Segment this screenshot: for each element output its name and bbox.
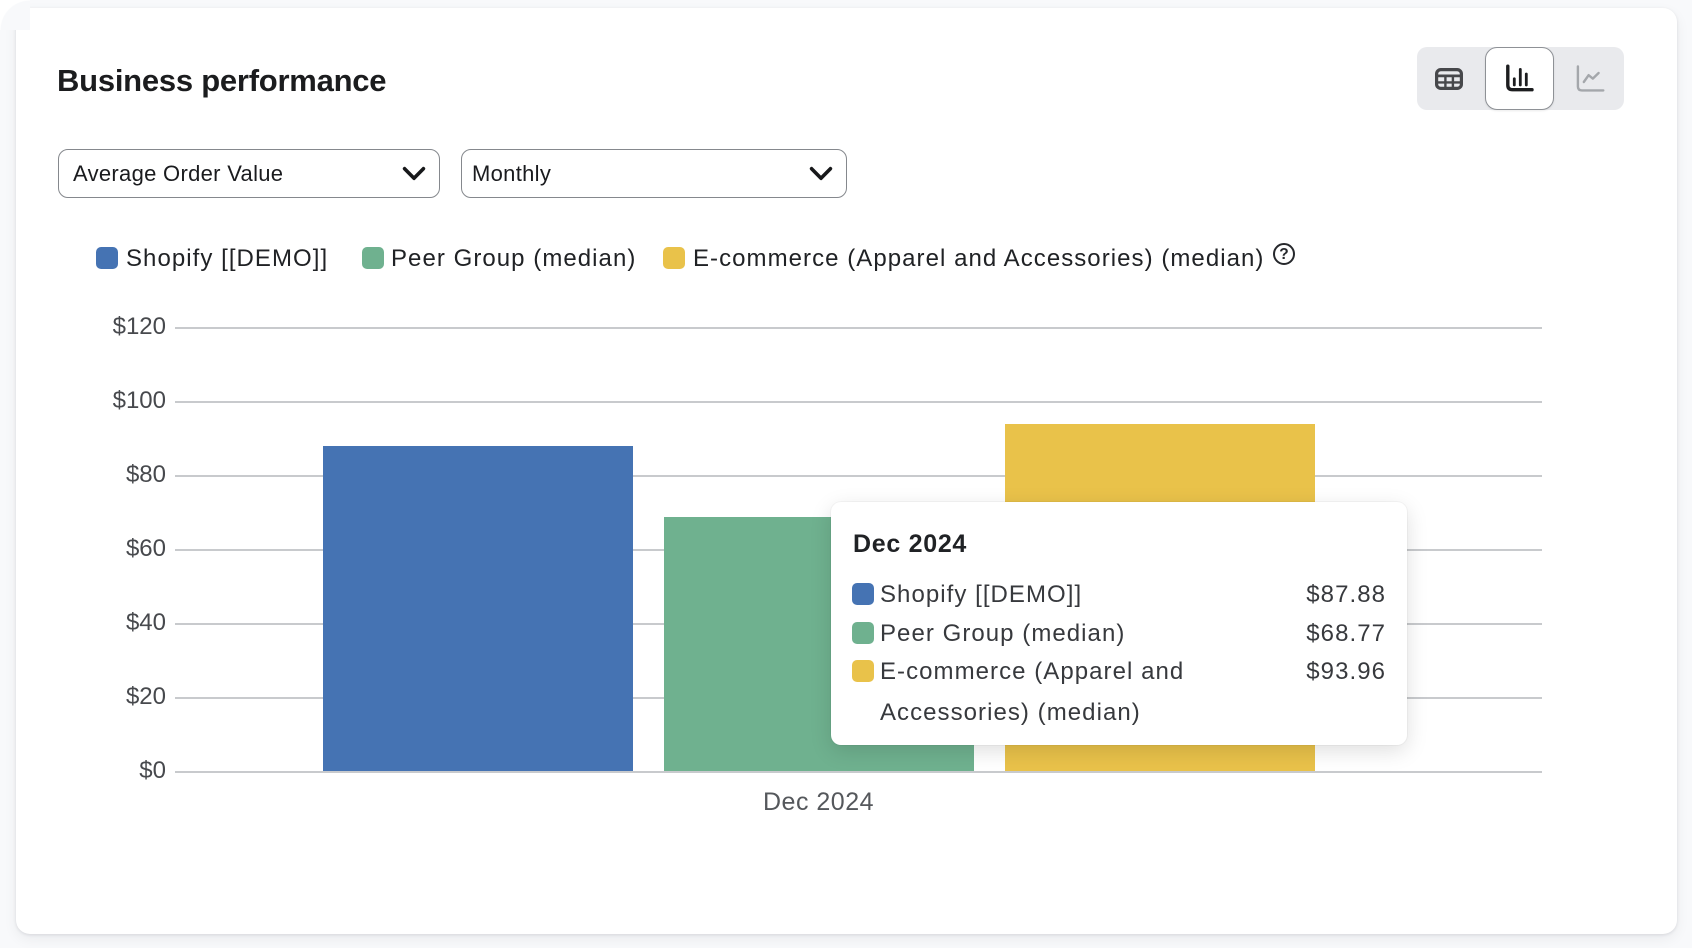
svg-text:?: ? <box>1279 246 1288 263</box>
